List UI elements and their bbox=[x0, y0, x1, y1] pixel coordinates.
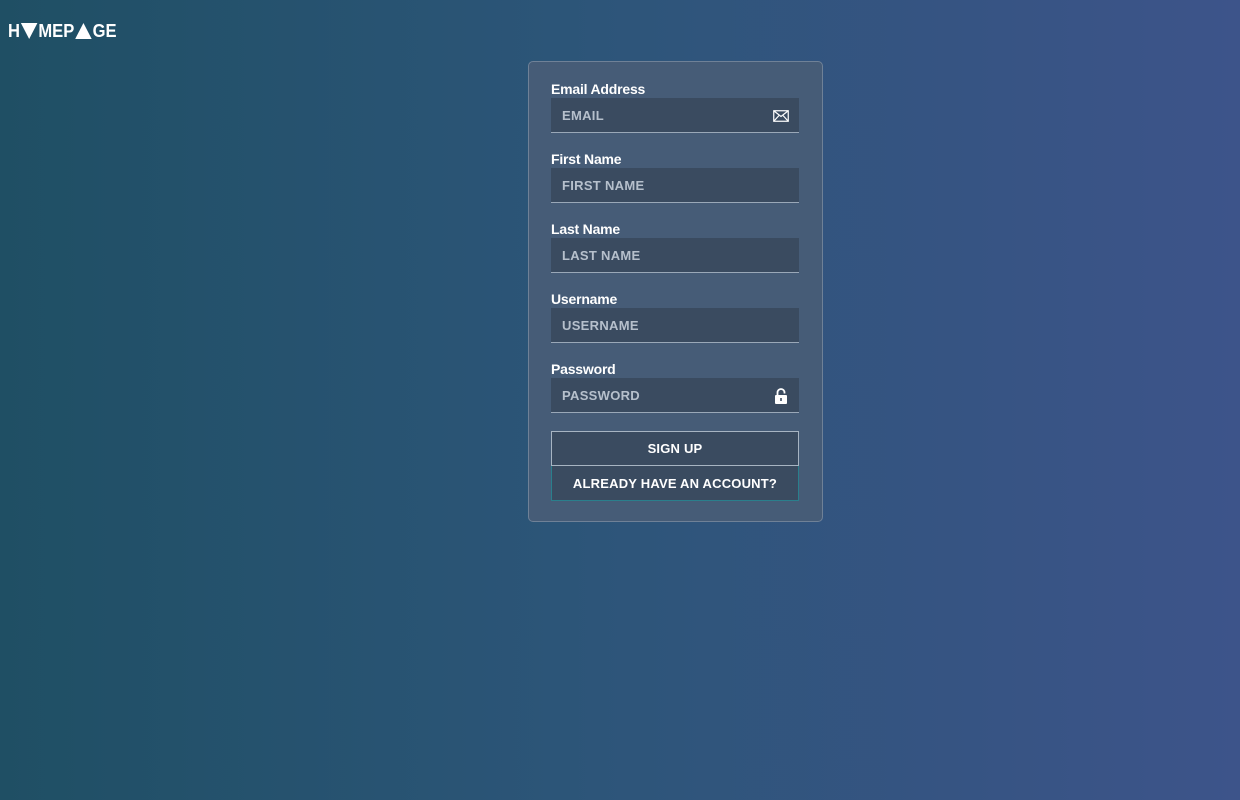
password-field-group: Password bbox=[551, 361, 799, 413]
triangle-up-icon bbox=[75, 23, 92, 39]
envelope-icon bbox=[773, 108, 789, 124]
first-name-field-group: First Name bbox=[551, 151, 799, 203]
already-have-account-button[interactable]: ALREADY HAVE AN ACCOUNT? bbox=[551, 466, 799, 501]
first-name-label: First Name bbox=[551, 151, 622, 167]
last-name-field-group: Last Name bbox=[551, 221, 799, 273]
username-label: Username bbox=[551, 291, 618, 307]
last-name-input-wrapper bbox=[551, 238, 799, 273]
first-name-input[interactable] bbox=[551, 168, 799, 202]
email-field-group: Email Address bbox=[551, 81, 799, 133]
password-input[interactable] bbox=[551, 378, 799, 412]
homepage-logo[interactable]: H MEP GE bbox=[8, 21, 117, 41]
lock-icon bbox=[773, 388, 789, 404]
logo-text-h: H bbox=[8, 21, 20, 41]
username-input-wrapper bbox=[551, 308, 799, 343]
first-name-input-wrapper bbox=[551, 168, 799, 203]
email-input-wrapper bbox=[551, 98, 799, 133]
username-input[interactable] bbox=[551, 308, 799, 342]
logo-text-ge: GE bbox=[92, 21, 117, 41]
password-input-wrapper bbox=[551, 378, 799, 413]
email-input[interactable] bbox=[551, 98, 799, 132]
email-label: Email Address bbox=[551, 81, 646, 97]
logo-text-mep: MEP bbox=[38, 21, 75, 41]
triangle-down-icon bbox=[20, 23, 38, 39]
last-name-input[interactable] bbox=[551, 238, 799, 272]
sign-up-button[interactable]: SIGN UP bbox=[551, 431, 799, 466]
password-label: Password bbox=[551, 361, 616, 377]
signup-form: Email Address First Name Last Name Usern… bbox=[528, 61, 823, 522]
last-name-label: Last Name bbox=[551, 221, 621, 237]
username-field-group: Username bbox=[551, 291, 799, 343]
